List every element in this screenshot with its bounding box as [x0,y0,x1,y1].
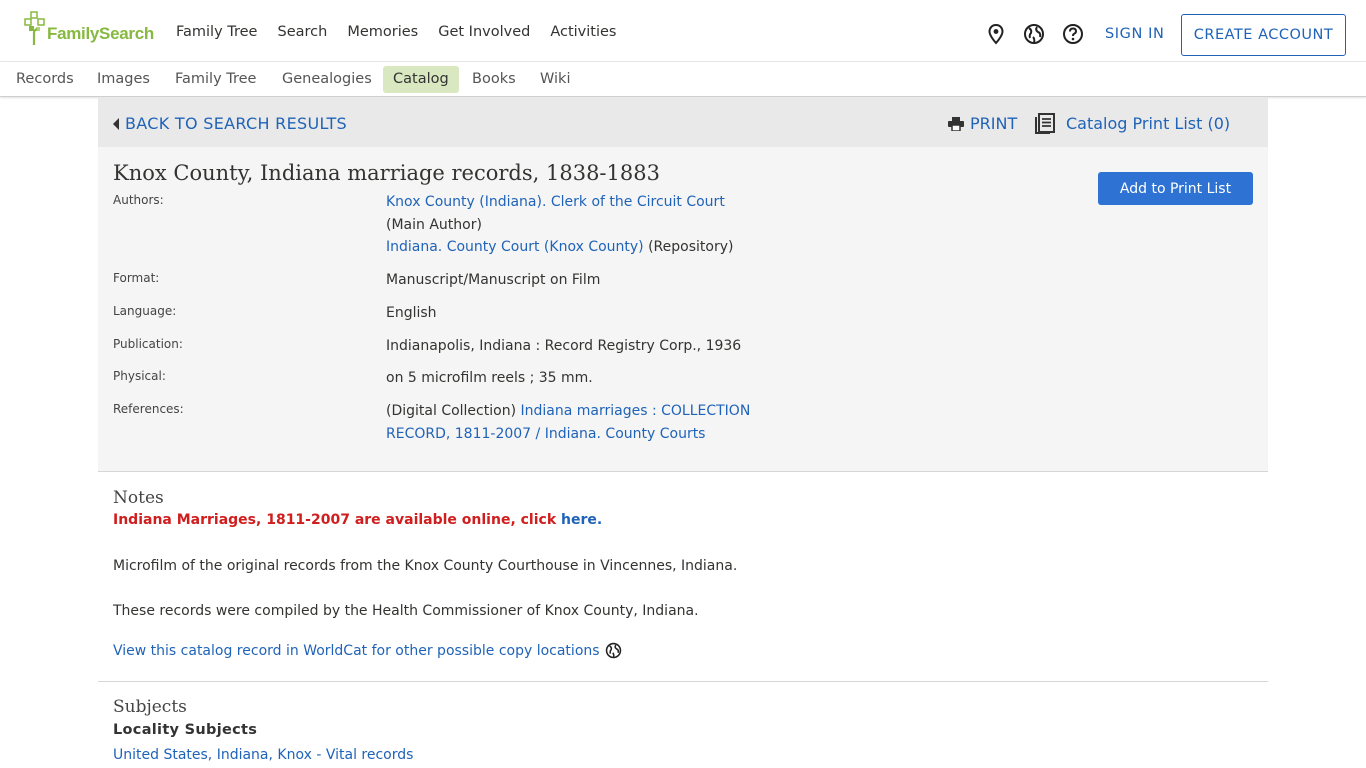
tree-logo-icon [24,11,45,45]
note-paragraph: These records were compiled by the Healt… [113,603,699,619]
add-to-print-list-button[interactable]: Add to Print List [1098,172,1253,205]
worldcat-link[interactable]: View this catalog record in WorldCat for… [113,642,622,659]
sign-in-link[interactable]: SIGN IN [1105,26,1165,42]
print-list-label: Catalog Print List (0) [1066,113,1231,133]
subnav-books[interactable]: Books [462,66,526,93]
logo-text: FamilySearch [47,24,154,43]
create-account-button[interactable]: CREATE ACCOUNT [1181,14,1346,56]
notice-here-link[interactable]: here [561,512,597,528]
nav-memories[interactable]: Memories [347,24,418,40]
printer-icon [948,116,964,131]
subnav-catalog[interactable]: Catalog [383,66,459,93]
document-list-icon [1035,113,1055,134]
nav-activities[interactable]: Activities [550,24,616,40]
globe-icon[interactable] [1023,23,1045,45]
note-paragraph: Microfilm of the original records from t… [113,558,738,574]
section-divider [98,681,1268,682]
publication-value: Indianapolis, Indiana : Record Registry … [386,338,742,354]
physical-value: on 5 microfilm reels ; 35 mm. [386,370,593,386]
globe-icon [605,642,621,659]
sub-nav: Records Images Family Tree Genealogies C… [0,62,1366,97]
author-role: (Main Author) [386,216,482,233]
record-panel: BACK TO SEARCH RESULTS PRINT Catalog Pri… [98,98,1268,472]
publication-label: Publication: [113,337,183,351]
action-bar: BACK TO SEARCH RESULTS PRINT Catalog Pri… [98,98,1268,147]
nav-search[interactable]: Search [277,24,327,40]
worldcat-label: View this catalog record in WorldCat for… [113,642,600,659]
format-value: Manuscript/Manuscript on Film [386,272,601,288]
locality-subjects-heading: Locality Subjects [113,722,258,738]
notice-end: . [596,512,603,528]
subnav-wiki[interactable]: Wiki [530,66,580,93]
back-to-results-link[interactable]: BACK TO SEARCH RESULTS [113,114,347,133]
nav-get-involved[interactable]: Get Involved [438,24,530,40]
print-link[interactable]: PRINT [948,114,1017,133]
references-label: References: [113,402,184,416]
record-title: Knox County, Indiana marriage records, 1… [113,161,660,185]
main-nav: Family Tree Search Memories Get Involved… [176,24,636,40]
subnav-genealogies[interactable]: Genealogies [272,66,382,93]
collection-link-continued[interactable]: RECORD, 1811-2007 / Indiana. County Cour… [386,426,705,442]
subnav-family-tree[interactable]: Family Tree [165,66,266,93]
physical-label: Physical: [113,369,166,383]
references-value: (Digital Collection) Indiana marriages :… [386,400,750,445]
language-value: English [386,305,437,321]
caret-left-icon [113,117,119,130]
back-label: BACK TO SEARCH RESULTS [125,114,347,133]
repository-link[interactable]: Indiana. County Court (Knox County) [386,239,644,255]
authors-label: Authors: [113,193,164,207]
references-prefix: (Digital Collection) [386,403,521,419]
top-header: FamilySearch Family Tree Search Memories… [0,0,1366,62]
catalog-print-list-link[interactable]: Catalog Print List (0) [1034,112,1230,134]
help-icon[interactable] [1062,23,1084,45]
subnav-images[interactable]: Images [87,66,160,93]
familysearch-logo[interactable]: FamilySearch [24,9,154,45]
collection-link[interactable]: Indiana marriages : COLLECTION [520,403,750,419]
notes-heading: Notes [113,488,164,508]
format-label: Format: [113,271,160,285]
location-pin-icon[interactable] [986,23,1006,45]
subjects-heading: Subjects [113,697,187,717]
nav-family-tree[interactable]: Family Tree [176,24,257,40]
language-label: Language: [113,304,177,318]
authors-value: Knox County (Indiana). Clerk of the Circ… [386,191,733,259]
online-availability-notice: Indiana Marriages, 1811-2007 are availab… [113,512,602,528]
print-label: PRINT [970,114,1018,133]
subnav-records[interactable]: Records [6,66,84,93]
author-link[interactable]: Knox County (Indiana). Clerk of the Circ… [386,194,725,210]
repository-role: (Repository) [643,239,734,255]
notice-text: Indiana Marriages, 1811-2007 are availab… [113,512,562,528]
subject-link[interactable]: United States, Indiana, Knox - Vital rec… [113,747,413,763]
